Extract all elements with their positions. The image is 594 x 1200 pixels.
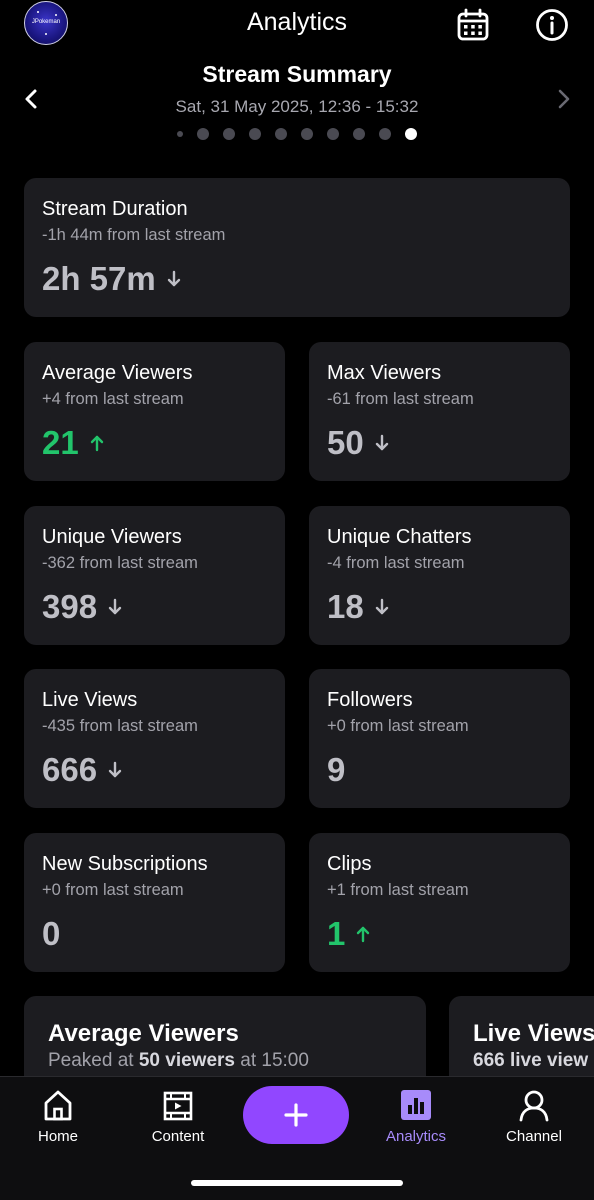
summary-title: Stream Summary — [202, 61, 392, 87]
card-subtitle: -362 from last stream — [42, 554, 198, 572]
arrow-up-icon — [357, 926, 370, 943]
page-title: Analytics — [246, 8, 348, 36]
arrow-down-icon — [375, 434, 388, 451]
card-title: Unique Chatters — [327, 526, 472, 548]
value-text: 18 — [327, 588, 364, 625]
card-value: 2h 57m — [42, 260, 182, 298]
arrow-down-icon — [375, 598, 388, 615]
card-subtitle: +0 from last stream — [42, 881, 184, 899]
live-views-card[interactable]: Live Views -435 from last stream 666 — [24, 669, 285, 808]
card-title: Live Views — [42, 689, 138, 711]
value-text: 21 — [42, 424, 79, 461]
card-value: 18 — [327, 588, 390, 626]
arrow-down-icon — [108, 598, 122, 615]
page-dot[interactable] — [275, 128, 287, 140]
page-dot[interactable] — [223, 128, 235, 140]
card-title: Max Viewers — [327, 362, 442, 384]
chart-sub-highlight: 666 live view — [473, 1050, 589, 1071]
value-text: 1 — [327, 915, 346, 952]
calendar-icon[interactable] — [456, 8, 490, 42]
nav-label: Channel — [506, 1128, 562, 1145]
plus-icon — [284, 1103, 308, 1127]
page-dot[interactable] — [353, 128, 365, 140]
card-subtitle: +1 from last stream — [327, 881, 469, 899]
unique-chatters-card[interactable]: Unique Chatters -4 from last stream 18 — [309, 506, 570, 645]
card-title: Followers — [327, 689, 413, 711]
new-subscriptions-card[interactable]: New Subscriptions +0 from last stream 0 — [24, 833, 285, 972]
nav-home[interactable]: Home — [8, 1089, 108, 1145]
top-bar: JPokeman Analytics — [0, 0, 594, 52]
chart-sub-suffix: at 15:00 — [234, 1050, 309, 1071]
card-value: 21 — [42, 424, 105, 462]
chart-subtitle: Peaked at 50 viewers at 15:00 — [48, 1050, 309, 1072]
page-dot[interactable] — [249, 128, 261, 140]
nav-label: Home — [37, 1128, 78, 1145]
card-subtitle: +0 from last stream — [327, 717, 469, 735]
arrow-down-icon — [108, 761, 122, 778]
create-button[interactable] — [243, 1086, 349, 1144]
content-icon — [163, 1091, 193, 1121]
info-icon[interactable] — [535, 8, 569, 42]
value-text: 50 — [327, 424, 364, 461]
value-text: 2h 57m — [42, 260, 156, 297]
card-title: Stream Duration — [42, 198, 188, 220]
home-indicator[interactable] — [191, 1180, 403, 1186]
card-title: Clips — [327, 853, 372, 875]
card-value: 1 — [327, 915, 371, 953]
chart-title: Average Viewers — [48, 1020, 239, 1047]
page-dot[interactable] — [327, 128, 339, 140]
page-dot[interactable] — [177, 131, 183, 137]
value-text: 398 — [42, 588, 98, 625]
card-subtitle: -61 from last stream — [327, 390, 474, 408]
average-viewers-card[interactable]: Average Viewers +4 from last stream 21 — [24, 342, 285, 481]
value-text: 666 — [42, 751, 98, 788]
page-dot[interactable] — [379, 128, 391, 140]
chart-subtitle: 666 live view — [473, 1050, 588, 1072]
nav-channel[interactable]: Channel — [484, 1089, 584, 1145]
nav-analytics[interactable]: Analytics — [366, 1089, 466, 1145]
arrow-down-icon — [167, 270, 180, 287]
chart-sub-highlight: 50 viewers — [138, 1050, 235, 1071]
card-value: 0 — [42, 915, 60, 953]
card-title: Average Viewers — [42, 362, 193, 384]
stream-duration-card[interactable]: Stream Duration -1h 44m from last stream… — [24, 178, 570, 317]
card-subtitle: -4 from last stream — [327, 554, 465, 572]
page-dot-active[interactable] — [405, 128, 417, 140]
card-title: New Subscriptions — [42, 853, 208, 875]
max-viewers-card[interactable]: Max Viewers -61 from last stream 50 — [309, 342, 570, 481]
card-value: 666 — [42, 751, 123, 789]
page-dot[interactable] — [197, 128, 209, 140]
channel-icon — [519, 1090, 549, 1122]
card-subtitle: -435 from last stream — [42, 717, 198, 735]
nav-label: Analytics — [385, 1128, 447, 1145]
value-text: 9 — [327, 751, 346, 788]
chevron-right-icon[interactable] — [553, 88, 575, 110]
nav-label: Content — [151, 1128, 205, 1145]
page-indicator[interactable] — [0, 128, 594, 140]
analytics-icon — [401, 1090, 431, 1120]
summary-date: Sat, 31 May 2025, 12:36 - 15:32 — [175, 97, 419, 116]
home-icon — [44, 1090, 72, 1121]
card-value: 50 — [327, 424, 390, 462]
value-text: 0 — [42, 915, 61, 952]
chart-sub-prefix: Peaked at — [48, 1050, 139, 1071]
card-title: Unique Viewers — [42, 526, 182, 548]
nav-content[interactable]: Content — [128, 1089, 228, 1145]
page-dot[interactable] — [301, 128, 313, 140]
followers-card[interactable]: Followers +0 from last stream 9 — [309, 669, 570, 808]
chart-title: Live Views — [473, 1020, 594, 1047]
card-value: 9 — [327, 751, 345, 789]
card-subtitle: -1h 44m from last stream — [42, 226, 226, 244]
card-value: 398 — [42, 588, 123, 626]
card-subtitle: +4 from last stream — [42, 390, 184, 408]
arrow-up-icon — [90, 435, 103, 452]
clips-card[interactable]: Clips +1 from last stream 1 — [309, 833, 570, 972]
unique-viewers-card[interactable]: Unique Viewers -362 from last stream 398 — [24, 506, 285, 645]
